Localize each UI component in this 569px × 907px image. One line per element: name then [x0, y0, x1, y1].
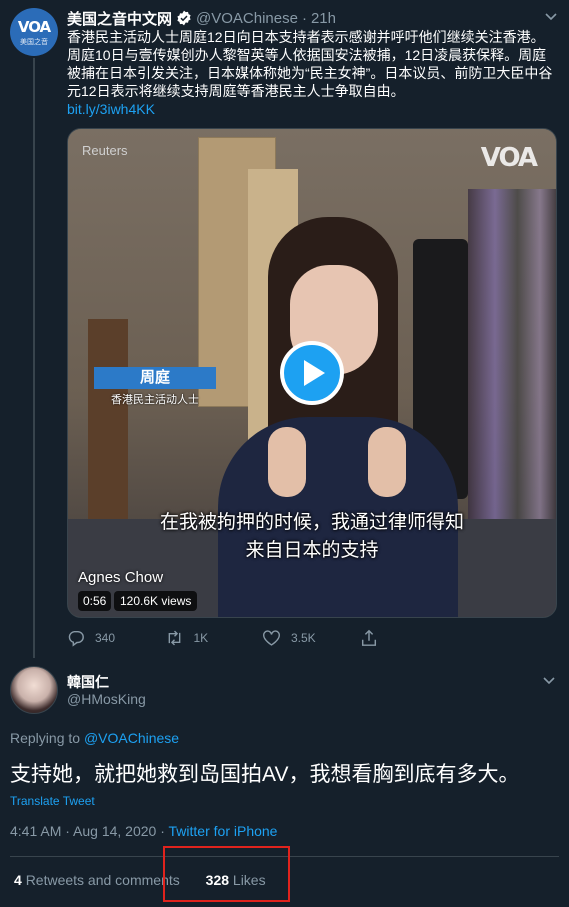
tweet-header: 美国之音中文网 @VOAChinese · 21h: [67, 8, 557, 28]
retweet-count: 1K: [193, 631, 209, 645]
like-button[interactable]: 3.5K: [262, 628, 360, 648]
subtitle-line-1: 在我被拘押的时候，我通过律师得知: [159, 512, 464, 533]
replying-to: Replying to @VOAChinese: [10, 730, 179, 746]
lower-third-role: 香港民主活动人士: [111, 394, 199, 406]
play-button[interactable]: [280, 341, 344, 405]
reply-icon: [68, 630, 84, 647]
tweet-meta: 4:41 AM · Aug 14, 2020 · Twitter for iPh…: [10, 823, 277, 839]
chevron-down-icon[interactable]: [543, 672, 555, 688]
retweets-stat-label: Retweets and comments: [25, 872, 180, 888]
reply-text: 支持她，就把她救到岛国拍AV，我想看胸到底有多大。: [10, 763, 520, 786]
replying-to-link[interactable]: @VOAChinese: [84, 730, 179, 746]
reuters-watermark: Reuters: [82, 143, 128, 158]
tweet-body: 香港民主活动人士周庭12日向日本支持者表示感谢并呼吁他们继续关注香港。周庭10日…: [67, 29, 553, 99]
tweet-link[interactable]: bit.ly/3iwh4KK: [67, 100, 557, 118]
retweet-button[interactable]: 1K: [165, 628, 263, 648]
highlight-box: [163, 846, 290, 902]
tweet-time[interactable]: 21h: [311, 10, 336, 27]
like-count: 3.5K: [291, 631, 316, 645]
subtitle-line-2: 来自日本的支持: [245, 540, 379, 561]
retweet-icon: [168, 630, 180, 646]
video-caption-name: Agnes Chow: [78, 569, 164, 586]
avatar-voa[interactable]: VOA 美国之音: [10, 8, 58, 56]
lower-third-name: 周庭: [94, 367, 216, 389]
video-frame-umbrellas: [468, 189, 556, 559]
video-views: 120.6K views: [114, 591, 198, 611]
like-icon: [263, 630, 280, 646]
avatar-sub: 美国之音: [20, 38, 48, 46]
video-player[interactable]: Reuters VOA 周庭 香港民主活动人士 在我被拘押的时候，我通过律师得知…: [67, 128, 557, 618]
tweet-text: 香港民主活动人士周庭12日向日本支持者表示感谢并呼吁他们继续关注香港。周庭10日…: [67, 28, 557, 118]
video-duration: 0:56: [78, 591, 112, 611]
share-icon: [361, 629, 376, 646]
voa-watermark: VOA: [480, 143, 538, 173]
avatar-logo: VOA: [17, 17, 51, 36]
play-icon: [304, 360, 325, 386]
verified-badge-icon: [177, 10, 191, 26]
video-subtitle: 在我被拘押的时候，我通过律师得知 来自日本的支持: [68, 509, 556, 565]
retweets-stat[interactable]: 4 Retweets and comments: [14, 872, 180, 888]
chevron-down-icon[interactable]: [545, 8, 557, 24]
reply-button[interactable]: 340: [67, 628, 165, 648]
lower-third: 周庭 香港民主活动人士: [94, 367, 216, 407]
reply-count: 340: [95, 631, 116, 645]
video-frame-shelf: [88, 319, 128, 539]
retweets-stat-count: 4: [14, 872, 22, 888]
header-separator: ·: [301, 9, 307, 27]
tweet-timestamp[interactable]: 4:41 AM · Aug 14, 2020 ·: [10, 823, 165, 839]
reply-author-handle[interactable]: @HMosKing: [67, 691, 146, 707]
reply-author-name[interactable]: 韓国仁: [67, 672, 109, 692]
reply-avatar[interactable]: [10, 666, 58, 714]
author-name[interactable]: 美国之音中文网: [67, 8, 172, 29]
share-button[interactable]: [360, 628, 458, 648]
thread-line: [33, 58, 35, 658]
translate-tweet-link[interactable]: Translate Tweet: [10, 794, 95, 808]
author-handle[interactable]: @VOAChinese: [196, 10, 298, 27]
tweet-source[interactable]: Twitter for iPhone: [169, 823, 278, 839]
tweet-actions: 340 1K 3.5K: [67, 628, 457, 648]
replying-prefix: Replying to: [10, 730, 81, 746]
